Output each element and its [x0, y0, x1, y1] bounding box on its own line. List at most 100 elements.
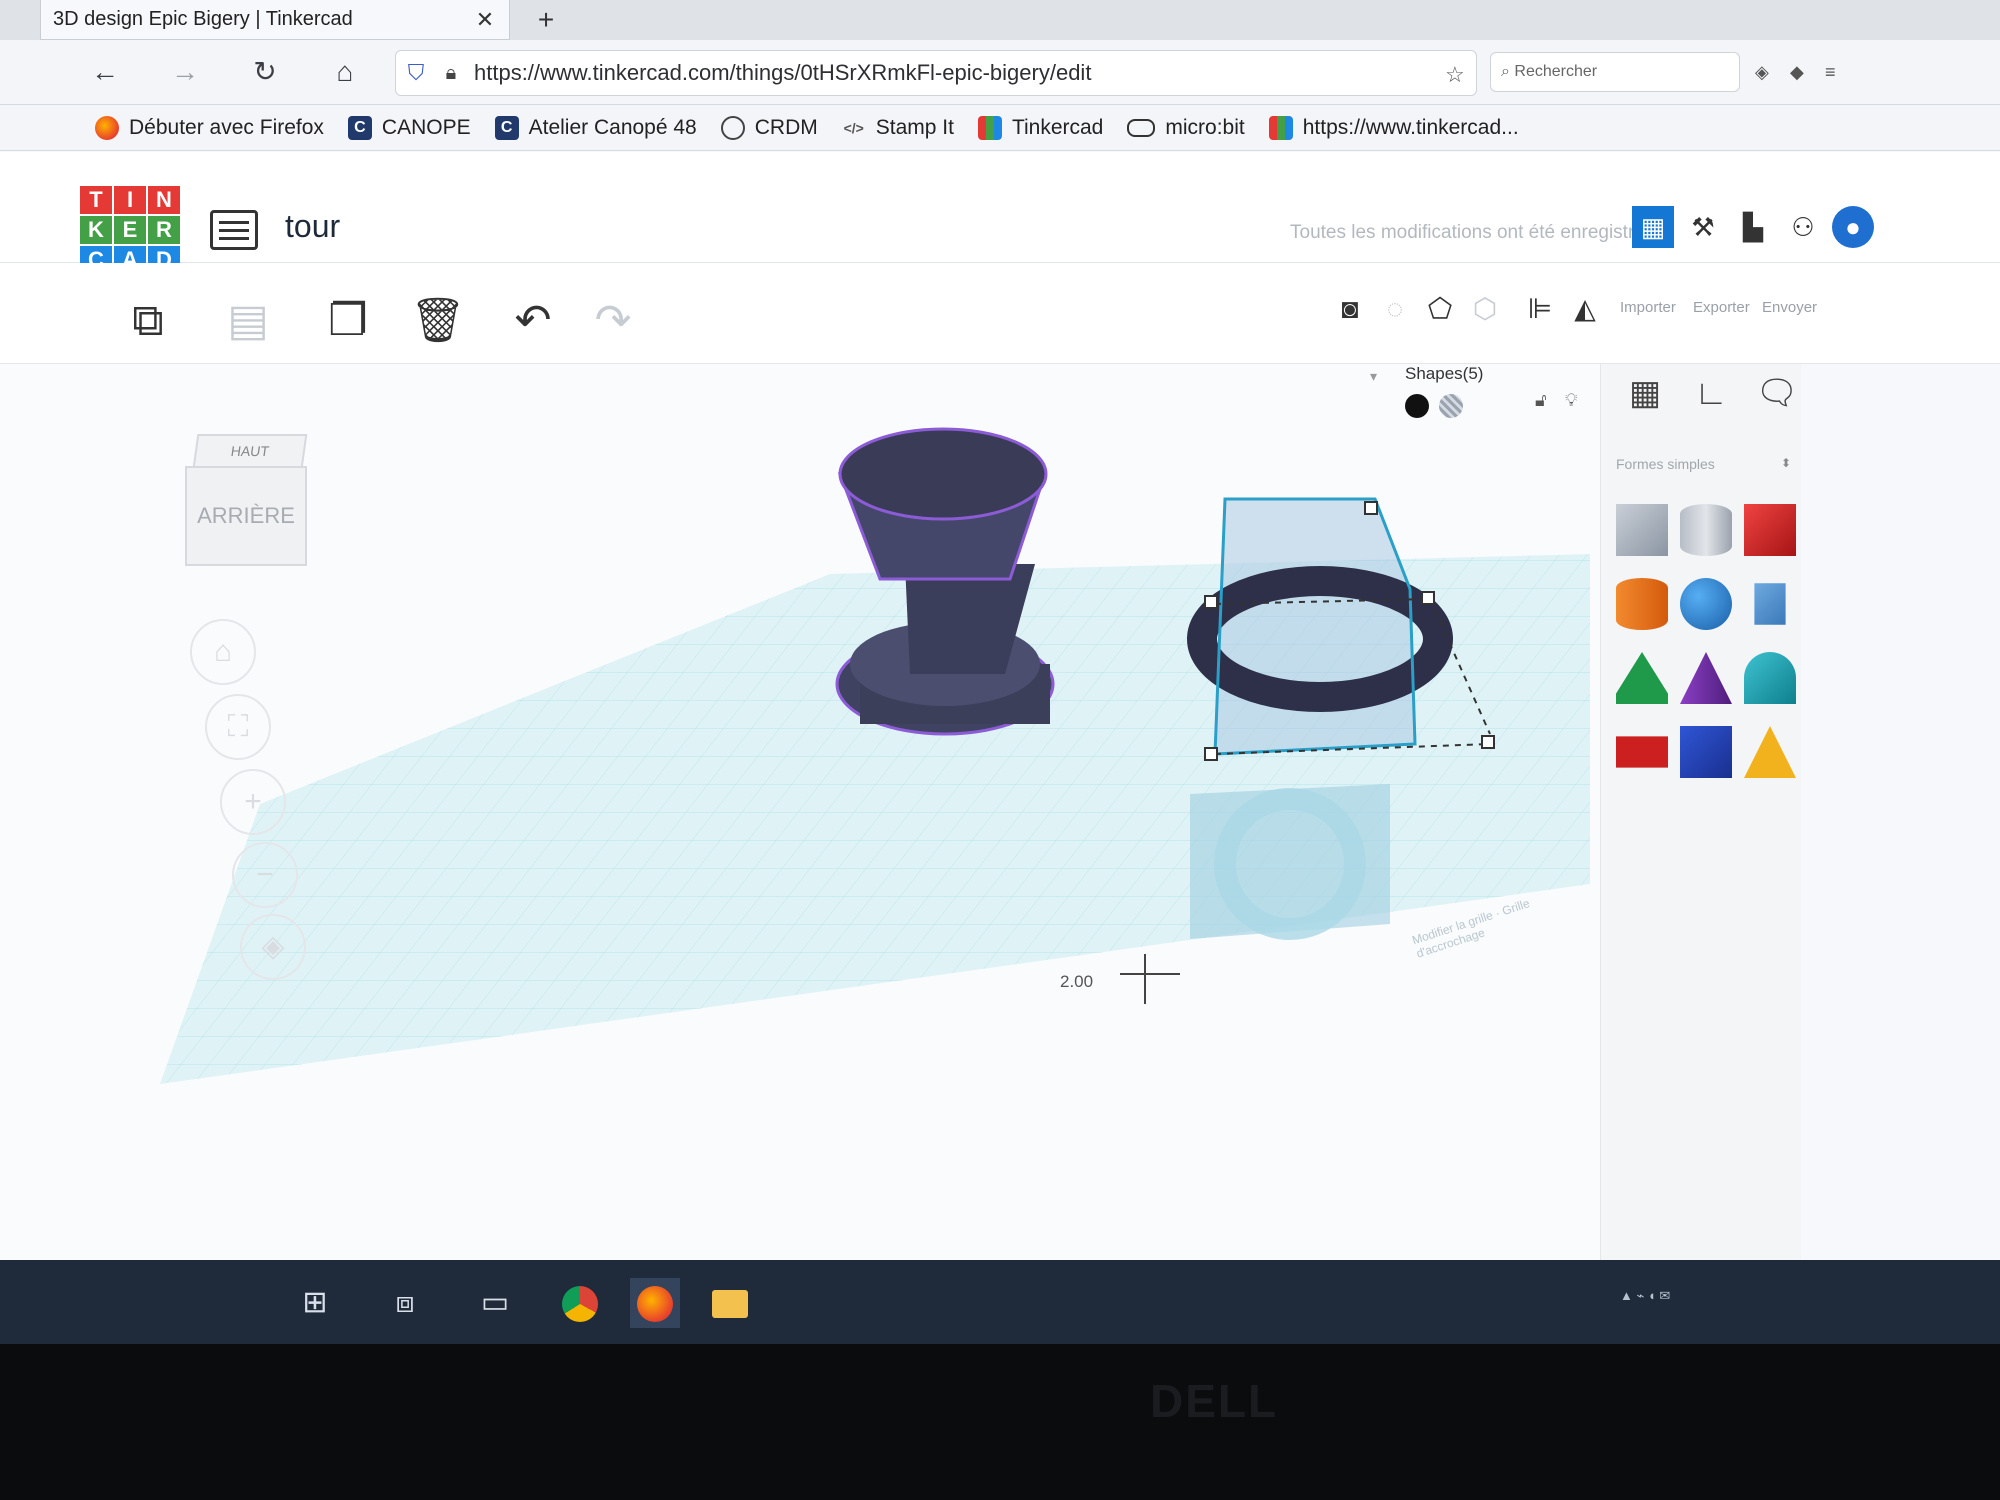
inspector-title: Shapes(5) — [1405, 364, 1484, 383]
scribble-shape[interactable] — [1754, 583, 1786, 625]
bookmark-item[interactable]: </> Stamp It — [842, 116, 954, 140]
logo-letter: T — [80, 186, 112, 214]
globe-icon — [720, 115, 745, 140]
workplane-icon[interactable]: ▦ — [1616, 364, 1674, 422]
export-button[interactable]: Exporter — [1693, 299, 1750, 316]
undo-icon[interactable]: ↶ — [505, 293, 561, 349]
home-view-icon[interactable]: ⌂ — [190, 619, 256, 685]
windows-start-icon[interactable]: ⊞ — [290, 1278, 340, 1328]
grid-view-icon[interactable]: ▦ — [1632, 206, 1674, 248]
tab-close-icon[interactable]: ✕ — [473, 7, 497, 33]
chrome-icon[interactable] — [555, 1278, 605, 1328]
collapse-chevron-icon[interactable]: ▾ — [1370, 368, 1377, 385]
bookmark-item[interactable]: Débuter avec Firefox — [95, 115, 324, 140]
lock-icon[interactable]: 🔓︎ — [1535, 390, 1547, 411]
camera-app-icon[interactable]: ▭ — [470, 1278, 520, 1328]
bookmark-label: Stamp It — [875, 115, 954, 139]
tinkercad-icon — [1268, 115, 1293, 140]
text-shape[interactable] — [1616, 736, 1668, 768]
copy-icon[interactable]: ⧉ — [120, 293, 176, 349]
sphere-shape[interactable] — [1680, 578, 1732, 630]
zoom-in-icon[interactable]: + — [220, 769, 286, 835]
duplicate-icon[interactable]: ❐ — [320, 293, 376, 349]
note-icon[interactable]: ◙ — [1330, 289, 1370, 329]
bricks-icon[interactable]: ▙ — [1732, 206, 1774, 248]
hole-toggle[interactable] — [1439, 394, 1463, 418]
avatar[interactable]: ● — [1832, 206, 1874, 248]
back-icon[interactable]: ← — [85, 52, 125, 92]
code-icon: </> — [843, 119, 864, 136]
trash-icon[interactable]: 🗑︎ — [410, 293, 466, 349]
logo-letter: R — [148, 216, 180, 244]
round-roof-shape[interactable] — [1744, 652, 1796, 704]
bookmark-label: Tinkercad — [1011, 115, 1104, 139]
pocket-icon[interactable]: ◈ — [1755, 62, 1769, 83]
view-cube[interactable]: HAUT ARRIÈRE — [185, 434, 313, 572]
ungroup-icon[interactable]: ⬡ — [1465, 289, 1505, 329]
pyramid-shape[interactable] — [1744, 726, 1796, 778]
paste-icon[interactable]: ▤ — [220, 293, 276, 349]
bookmark-item[interactable]: C Atelier Canopé 48 — [494, 115, 697, 140]
menu-icon[interactable]: ≡ — [1825, 62, 1836, 83]
bookmark-label: Atelier Canopé 48 — [528, 115, 697, 139]
import-button[interactable]: Importer — [1620, 299, 1676, 316]
url-text[interactable]: https://www.tinkercad.com/things/0tHSrXR… — [466, 60, 1091, 86]
bookmark-label: Débuter avec Firefox — [129, 115, 324, 139]
system-tray[interactable]: ▲ ⌁ ◖ ✉ — [1620, 1288, 1670, 1304]
lock-icon[interactable]: 🔒︎ — [436, 62, 466, 85]
redo-icon[interactable]: ↷ — [585, 293, 641, 349]
send-button[interactable]: Envoyer — [1762, 299, 1817, 316]
light-bulb-icon[interactable]: ◌ — [1375, 289, 1415, 329]
view-cube-front[interactable]: ARRIÈRE — [185, 466, 307, 566]
box-shape[interactable] — [1744, 504, 1796, 556]
bookmark-item[interactable]: Tinkercad — [977, 115, 1104, 140]
forward-icon[interactable]: → — [165, 52, 205, 92]
cylinder-shape[interactable] — [1616, 578, 1668, 630]
fit-view-icon[interactable]: ⛶ — [205, 694, 271, 760]
bookmark-star-icon[interactable]: ☆ — [1445, 62, 1465, 88]
cube-blue-shape[interactable] — [1680, 726, 1732, 778]
laptop-brand-logo: DELL — [1150, 1375, 1279, 1427]
bookmark-item[interactable]: CRDM — [720, 115, 818, 140]
search-input[interactable]: ⌕ Rechercher — [1490, 52, 1740, 92]
roof-shape[interactable] — [1616, 652, 1668, 704]
box-hole-shape[interactable] — [1616, 504, 1668, 556]
new-tab-button[interactable]: + — [530, 4, 562, 36]
firefox-taskbar-icon[interactable] — [630, 1278, 680, 1328]
cone-shape[interactable] — [1680, 652, 1732, 704]
bookmark-item[interactable]: C CANOPE — [347, 115, 471, 140]
group-icon[interactable]: ⬠ — [1420, 289, 1460, 329]
solid-toggle[interactable] — [1405, 394, 1429, 418]
bookmark-item[interactable]: https://www.tinkercad... — [1268, 115, 1519, 140]
shape-category[interactable]: Formes simples — [1616, 456, 1715, 472]
add-user-icon[interactable]: ⚇ — [1782, 206, 1824, 248]
workplane-area[interactable]: HAUT ARRIÈRE ⌂ ⛶ + − ◈ 2.00 Modifier la … — [0, 364, 1600, 1260]
mirror-icon[interactable]: ◭ — [1565, 289, 1605, 329]
bookmark-item[interactable]: micro:bit — [1127, 116, 1245, 140]
file-explorer-icon[interactable] — [705, 1278, 755, 1328]
category-dropdown-icon[interactable]: ⬍ — [1781, 456, 1791, 470]
cylinder-hole-shape[interactable] — [1680, 504, 1732, 556]
design-list-button[interactable] — [210, 210, 258, 250]
perspective-icon[interactable]: ◈ — [240, 914, 306, 980]
reload-icon[interactable]: ↻ — [245, 52, 285, 92]
zoom-out-icon[interactable]: − — [232, 842, 298, 908]
navigation-bar: ← → ↻ ⌂ ⛉ 🔒︎ https://www.tinkercad.com/t… — [0, 40, 2000, 105]
snap-value: 2.00 — [1060, 972, 1094, 991]
tracking-shield-icon[interactable]: ⛉ — [396, 60, 436, 86]
notes-icon[interactable]: 🗨︎ — [1748, 364, 1806, 422]
project-title[interactable]: tour — [285, 208, 340, 245]
visibility-bulb-icon[interactable]: 💡︎ — [1565, 390, 1578, 411]
ruler-icon[interactable]: ∟ — [1682, 364, 1740, 422]
tinkercad-logo[interactable]: T I N K E R C A D — [80, 186, 180, 274]
align-icon[interactable]: ⊫ — [1520, 289, 1560, 329]
task-view-icon[interactable]: ⧈ — [380, 1278, 430, 1328]
logo-letter: I — [114, 186, 146, 214]
view-cube-top[interactable]: HAUT — [192, 434, 308, 468]
home-icon[interactable]: ⌂ — [325, 52, 365, 92]
extension-icon[interactable]: ◆ — [1790, 62, 1804, 83]
pickaxe-icon[interactable]: ⚒ — [1682, 206, 1724, 248]
url-bar[interactable]: ⛉ 🔒︎ https://www.tinkercad.com/things/0t… — [395, 50, 1477, 96]
logo-letter: N — [148, 186, 180, 214]
browser-tab[interactable]: 3D design Epic Bigery | Tinkercad ✕ — [40, 0, 510, 40]
